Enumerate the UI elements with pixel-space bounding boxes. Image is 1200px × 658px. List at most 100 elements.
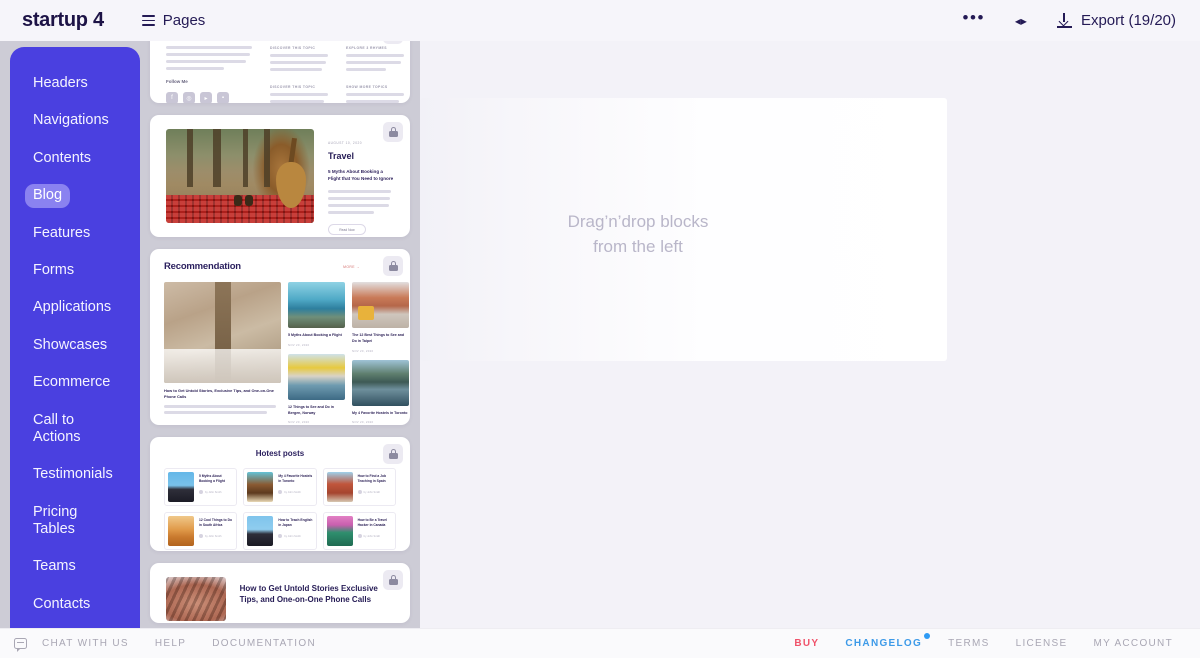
recommendation-post[interactable]: The 12 Best Things to See and Do in Taip… bbox=[352, 282, 409, 353]
editor-canvas[interactable]: Drag’n’drop blocks from the left bbox=[420, 41, 1200, 628]
avatar bbox=[357, 490, 362, 495]
recommendation-post[interactable]: My 4 Favorite Hostels in Toronto NOV 20,… bbox=[352, 359, 409, 425]
post-date: NOV 20, 2020 bbox=[352, 420, 374, 425]
avatar bbox=[199, 534, 203, 539]
youtube-icon[interactable]: ▪ bbox=[217, 92, 229, 103]
camping-photo bbox=[166, 129, 314, 223]
block-thumbnail[interactable]: Startup Follow Me f ◎ ▸ ▪ bbox=[150, 41, 410, 103]
block-thumbnail[interactable]: Hotest posts 5 Myths About Booking a Fli… bbox=[150, 437, 410, 551]
recommendation-post[interactable]: 5 Myths About Booking a Flight NOV 20, 2… bbox=[288, 282, 345, 347]
post-title: My 4 Favorite Hostels in Toronto bbox=[352, 410, 408, 415]
block1-col-head: SHOW MORE TOPICS bbox=[346, 85, 388, 89]
buy-link[interactable]: BUY bbox=[781, 638, 832, 649]
post-title: 12 Things to See and Do in Bergen, Norwa… bbox=[288, 404, 334, 415]
sidebar-item-headers[interactable]: Headers bbox=[10, 65, 140, 102]
hot-post-card[interactable]: 12 Cool Things to Do in South Africa by J… bbox=[164, 512, 238, 550]
lock-icon[interactable] bbox=[383, 570, 403, 590]
facebook-icon[interactable]: f bbox=[166, 92, 178, 103]
hot-post-card[interactable]: My 4 Favorite Hostels in Toronto by John … bbox=[243, 468, 317, 506]
status-bar-left: CHAT WITH US HELP DOCUMENTATION bbox=[14, 638, 329, 652]
block-thumbnail-list: Startup Follow Me f ◎ ▸ ▪ bbox=[150, 41, 410, 628]
top-toolbar: startup 4 Pages ••• ◂▸ Export (19/20) bbox=[0, 0, 1200, 41]
dropzone-line-2: from the left bbox=[593, 236, 683, 256]
block1-follow-label: Follow Me bbox=[166, 79, 188, 84]
social-icons: f ◎ ▸ ▪ bbox=[166, 92, 252, 103]
terms-link[interactable]: TERMS bbox=[935, 638, 1003, 649]
architecture-photo bbox=[166, 577, 226, 621]
sidebar-item-navigations[interactable]: Navigations bbox=[10, 102, 140, 139]
hamburger-icon bbox=[141, 15, 155, 26]
toolbar-actions: ••• ◂▸ Export (19/20) bbox=[963, 9, 1186, 32]
dropzone-line-1: Drag’n’drop blocks bbox=[567, 212, 709, 231]
license-link[interactable]: LICENSE bbox=[1003, 638, 1081, 649]
block-thumbnail[interactable]: Recommendation MORE → How to Get Untold … bbox=[150, 249, 410, 425]
changelog-link[interactable]: CHANGELOG bbox=[832, 633, 935, 649]
notification-dot bbox=[924, 633, 931, 639]
instagram-icon[interactable]: ◎ bbox=[183, 92, 195, 103]
sidebar-item-applications[interactable]: Applications bbox=[10, 289, 140, 326]
sidebar-item-forms[interactable]: Forms bbox=[10, 252, 140, 289]
block5-headline: How to Get Untold Stories Exclusive Tips… bbox=[239, 584, 378, 605]
more-options-icon[interactable]: ••• bbox=[963, 9, 985, 32]
sidebar-item-features[interactable]: Features bbox=[10, 215, 140, 252]
block1-col-head: DISCOVER THIS TOPIC bbox=[270, 85, 316, 89]
block3-more-link[interactable]: MORE → bbox=[343, 265, 360, 269]
post-meta: by John Smith bbox=[205, 534, 222, 538]
post-date: NOV 20, 2020 bbox=[352, 348, 374, 353]
export-button[interactable]: Export (19/20) bbox=[1056, 12, 1186, 29]
download-icon bbox=[1056, 13, 1072, 28]
post-title: My 4 Favorite Hostels in Toronto bbox=[278, 474, 313, 484]
status-bar-right: BUY CHANGELOG TERMS LICENSE MY ACCOUNT bbox=[781, 633, 1187, 649]
sidebar-item-contents[interactable]: Contents bbox=[10, 140, 140, 177]
documentation-link[interactable]: DOCUMENTATION bbox=[199, 638, 329, 649]
my-account-link[interactable]: MY ACCOUNT bbox=[1081, 638, 1187, 649]
recommendation-post[interactable]: 12 Things to See and Do in Bergen, Norwa… bbox=[288, 353, 345, 425]
block-thumbnail[interactable]: AUGUST 10, 2020 Travel 5 Myths About Boo… bbox=[150, 115, 410, 237]
app-root: startup 4 Pages ••• ◂▸ Export (19/20) St… bbox=[0, 0, 1200, 658]
resize-viewport-icon[interactable]: ◂▸ bbox=[1015, 14, 1027, 28]
hot-post-card[interactable]: How to Be a Travel Hacker in Canada by Jo… bbox=[322, 512, 396, 550]
chat-with-us-link[interactable]: CHAT WITH US bbox=[29, 638, 142, 649]
recommendation-featured[interactable]: How to Get Untold Stories, Exclusive Tip… bbox=[164, 282, 281, 424]
app-brand-title: startup 4 bbox=[22, 9, 104, 31]
sidebar-item-call-to-actions[interactable]: Call to Actions bbox=[10, 402, 140, 457]
help-link[interactable]: HELP bbox=[142, 638, 199, 649]
chat-icon bbox=[14, 638, 27, 652]
twitter-icon[interactable]: ▸ bbox=[200, 92, 212, 103]
sidebar-item-ecommerce[interactable]: Ecommerce bbox=[10, 364, 140, 401]
avatar bbox=[357, 534, 362, 539]
post-meta: by John Smith bbox=[363, 534, 381, 538]
hot-post-card[interactable]: How to Teach English in Japan by John Smi… bbox=[243, 512, 317, 550]
hot-post-card[interactable]: How to Find a Job Teaching in Spain by Jo… bbox=[322, 468, 396, 506]
post-meta: by John Smith bbox=[363, 490, 381, 494]
post-title: 5 Myths About Booking a Flight bbox=[288, 333, 342, 337]
sidebar-item-contacts[interactable]: Contacts bbox=[10, 586, 140, 623]
post-title: The 12 Best Things to See and Do in Taip… bbox=[352, 333, 405, 343]
sidebar-item-showcases[interactable]: Showcases bbox=[10, 327, 140, 364]
sidebar-item-teams[interactable]: Teams bbox=[10, 548, 140, 585]
pages-menu-button[interactable]: Pages bbox=[141, 12, 205, 29]
block-thumbnail[interactable]: How to Get Untold Stories Exclusive Tips… bbox=[150, 563, 410, 623]
sidebar-item-blog[interactable]: Blog bbox=[10, 177, 140, 214]
hot-post-card[interactable]: 5 Myths About Booking a Flight by John Sm… bbox=[164, 468, 238, 506]
lock-icon[interactable] bbox=[383, 444, 403, 464]
post-title: 5 Myths About Booking a Flight bbox=[199, 474, 225, 484]
sidebar-item-testimonials[interactable]: Testimonials bbox=[10, 456, 140, 493]
post-date: NOV 20, 2020 bbox=[288, 420, 310, 425]
post-title: 12 Cool Things to Do in South Africa bbox=[199, 518, 232, 528]
dropzone[interactable]: Drag’n’drop blocks from the left bbox=[420, 98, 947, 361]
block1-col-head: EXPLORE 3 RHYMES bbox=[346, 46, 387, 50]
lock-icon[interactable] bbox=[383, 122, 403, 142]
post-meta: by John Smith bbox=[205, 490, 222, 494]
lock-icon[interactable] bbox=[383, 256, 403, 276]
dropzone-message: Drag’n’drop blocks from the left bbox=[518, 210, 758, 259]
block2-read-button[interactable]: Read Now bbox=[328, 224, 366, 236]
sidebar-item-pricing-tables[interactable]: Pricing Tables bbox=[10, 494, 140, 549]
post-title: How to Teach English in Japan bbox=[278, 518, 313, 528]
post-date: NOV 20, 2020 bbox=[288, 342, 310, 347]
avatar bbox=[278, 534, 283, 539]
block2-kicker: AUGUST 10, 2020 bbox=[328, 141, 363, 145]
block2-title: Travel bbox=[328, 151, 355, 161]
post-meta: by John Smith bbox=[284, 534, 301, 538]
lock-icon[interactable] bbox=[383, 41, 403, 44]
